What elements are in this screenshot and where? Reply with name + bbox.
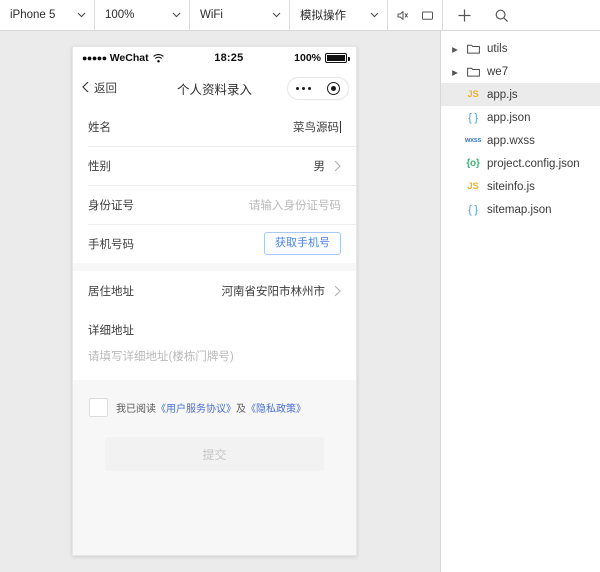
watermark: 百家号·好视频分享 (483, 551, 592, 565)
folder-icon (461, 66, 485, 77)
agreement-checkbox[interactable] (89, 398, 108, 417)
tree-label-project-config-json: project.config.json (487, 157, 580, 170)
chevron-right-icon[interactable]: ▸ (449, 65, 461, 79)
device-select-label: iPhone 5 (10, 9, 56, 21)
phone-simulator: ●●●●● WeChat 18:25 100% 返回 个人资料录入 姓名 菜鸟源… (72, 46, 357, 556)
chevron-down-icon (77, 12, 86, 18)
more-dots-icon[interactable] (295, 86, 312, 91)
tree-label-we7: we7 (487, 65, 509, 78)
tree-row-app-js[interactable]: JS app.js (441, 83, 600, 106)
text-caret (340, 120, 341, 133)
status-bar-right: 100% (294, 52, 350, 64)
tree-row-utils[interactable]: ▸ utils (441, 37, 600, 60)
mute-icon[interactable] (396, 9, 409, 22)
toolbar-action-group (443, 0, 523, 30)
nav-bar: 返回 个人资料录入 (73, 69, 356, 107)
field-row-name[interactable]: 姓名 菜鸟源码 (73, 107, 356, 146)
agreement-text: 我已阅读《用户服务协议》及《隐私政策》 (116, 400, 306, 415)
device-select[interactable]: iPhone 5 (0, 0, 95, 30)
form-page: 姓名 菜鸟源码 性别 男 身份证号 请输入身份证号码 手机号码 获取手机号 居住… (73, 107, 356, 555)
js-file-icon: JS (467, 181, 479, 192)
chevron-down-icon (172, 12, 181, 18)
tree-row-siteinfo-js[interactable]: JS siteinfo.js (441, 175, 600, 198)
tree-row-app-json[interactable]: { } app.json (441, 106, 600, 129)
chevron-right-icon (334, 160, 341, 172)
simulate-action-label: 模拟操作 (300, 10, 346, 22)
tree-label-app-json: app.json (487, 111, 531, 124)
field-label-phone: 手机号码 (88, 238, 134, 251)
network-select-label: WiFi (200, 9, 223, 21)
zoom-select-label: 100% (105, 9, 135, 21)
tree-row-project-config-json[interactable]: {o} project.config.json (441, 152, 600, 175)
field-label-residence: 居住地址 (88, 285, 134, 298)
field-label-id-number: 身份证号 (88, 199, 134, 212)
folder-icon (461, 43, 485, 54)
privacy-policy-link[interactable]: 《隐私政策》 (246, 404, 306, 415)
chevron-down-icon (272, 12, 281, 18)
form-group-primary: 姓名 菜鸟源码 性别 男 身份证号 请输入身份证号码 手机号码 获取手机号 (73, 107, 356, 263)
status-bar: ●●●●● WeChat 18:25 100% (73, 47, 356, 69)
agreement-row: 我已阅读《用户服务协议》及《隐私政策》 (89, 398, 340, 417)
signal-dots-icon: ●●●●● (82, 53, 107, 63)
tree-label-utils: utils (487, 42, 508, 55)
field-value-name[interactable]: 菜鸟源码 (111, 119, 341, 135)
form-group-address: 居住地址 河南省安阳市林州市 (73, 271, 356, 310)
file-explorer: ▸ utils ▸ we7 JS app.js { } app.json wxs… (441, 31, 600, 572)
field-row-gender[interactable]: 性别 男 (73, 146, 356, 185)
simulate-action-select[interactable]: 模拟操作 (290, 0, 388, 30)
tree-label-app-wxss: app.wxss (487, 134, 535, 147)
simulator-toolbar: iPhone 5 100% WiFi 模拟操作 (0, 0, 600, 31)
field-row-id-number[interactable]: 身份证号 请输入身份证号码 (73, 185, 356, 224)
field-row-phone: 手机号码 获取手机号 (73, 224, 356, 263)
field-label-name: 姓名 (88, 121, 111, 134)
tree-row-sitemap-json[interactable]: { } sitemap.json (441, 198, 600, 221)
submit-button[interactable]: 提交 (105, 437, 324, 471)
wxss-file-icon: wxss (464, 137, 482, 144)
chevron-right-icon (334, 285, 341, 297)
battery-full-icon (325, 53, 350, 63)
status-bar-time: 18:25 (214, 52, 244, 64)
battery-percent-label: 100% (294, 52, 321, 64)
chevron-right-icon[interactable]: ▸ (449, 42, 461, 56)
carrier-label: WeChat (109, 52, 149, 64)
field-value-gender: 男 (313, 160, 326, 173)
tree-row-app-wxss[interactable]: wxss app.wxss (441, 129, 600, 152)
zoom-select[interactable]: 100% (95, 0, 190, 30)
wechat-capsule (287, 77, 349, 100)
network-select[interactable]: WiFi (190, 0, 290, 30)
get-phone-number-button[interactable]: 获取手机号 (264, 232, 341, 255)
field-row-residence[interactable]: 居住地址 河南省安阳市林州市 (73, 271, 356, 310)
status-bar-left: ●●●●● WeChat (82, 52, 164, 64)
json-file-icon: { } (468, 111, 478, 124)
tree-label-app-js: app.js (487, 88, 518, 101)
user-agreement-link[interactable]: 《用户服务协议》 (156, 404, 236, 415)
agreement-block: 我已阅读《用户服务协议》及《隐私政策》 提交 (73, 380, 356, 471)
target-circle-icon[interactable] (327, 82, 341, 95)
group-divider (73, 263, 356, 271)
field-value-residence: 河南省安阳市林州市 (221, 285, 326, 298)
chevron-left-icon (82, 81, 89, 96)
tree-label-siteinfo-js: siteinfo.js (487, 180, 535, 193)
tree-label-sitemap-json: sitemap.json (487, 203, 552, 216)
tree-row-we7[interactable]: ▸ we7 (441, 60, 600, 83)
field-label-gender: 性别 (88, 160, 111, 173)
chevron-down-icon (370, 12, 379, 18)
add-icon[interactable] (457, 8, 472, 23)
field-label-detail-address: 详细地址 (88, 325, 134, 337)
config-file-icon: {o} (466, 158, 480, 169)
back-button-label: 返回 (94, 83, 117, 95)
js-file-icon: JS (467, 89, 479, 100)
json-file-icon: { } (468, 203, 478, 216)
agreement-conjunction: 及 (236, 404, 246, 415)
detail-address-input[interactable]: 请填写详细地址(楼栋门牌号) (88, 348, 341, 364)
search-icon[interactable] (494, 8, 509, 23)
back-button[interactable]: 返回 (82, 80, 117, 96)
detail-address-block: 详细地址 请填写详细地址(楼栋门牌号) (73, 310, 356, 380)
toolbar-icon-group (388, 0, 443, 30)
screen-icon[interactable] (421, 9, 434, 22)
agreement-prefix: 我已阅读 (116, 404, 156, 415)
field-placeholder-id-number[interactable]: 请输入身份证号码 (134, 197, 341, 213)
wifi-icon (152, 53, 164, 63)
